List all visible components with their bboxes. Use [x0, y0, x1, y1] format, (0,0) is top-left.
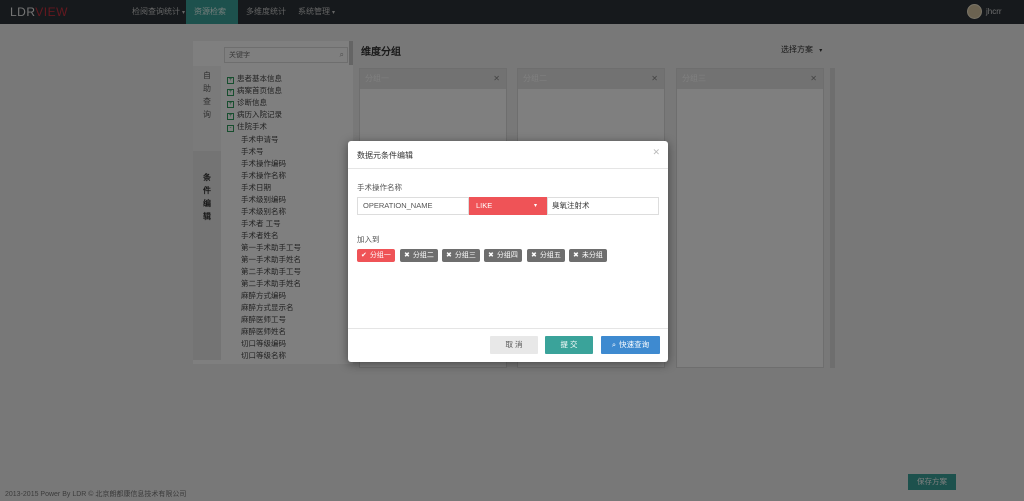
field-label: 手术操作名称: [357, 183, 402, 192]
group-chip[interactable]: ✖ 分组四: [484, 249, 522, 262]
x-icon: ✖: [573, 252, 579, 259]
field-code-input[interactable]: OPERATION_NAME: [357, 197, 469, 215]
operator-select[interactable]: LIKE ▾: [469, 197, 547, 215]
group-chip[interactable]: ✖ 分组二: [400, 249, 438, 262]
search-icon: ⌕: [611, 340, 617, 349]
group-chip[interactable]: ✖ 未分组: [569, 249, 607, 262]
x-icon: ✖: [531, 252, 537, 259]
quick-query-button[interactable]: ⌕ 快速查询: [601, 336, 660, 354]
group-chip[interactable]: ✔ 分组一: [357, 249, 395, 262]
add-to-label: 加入到: [357, 235, 380, 244]
group-chip[interactable]: ✖ 分组五: [527, 249, 565, 262]
x-icon: ✖: [404, 252, 410, 259]
divider: [348, 168, 668, 169]
condition-edit-dialog: 数据元条件编辑 ✕ 手术操作名称 OPERATION_NAME LIKE ▾ 臭氧…: [348, 141, 668, 362]
group-chip[interactable]: ✖ 分组三: [442, 249, 480, 262]
check-icon: ✔: [361, 252, 367, 259]
x-icon: ✖: [488, 252, 494, 259]
dialog-title: 数据元条件编辑: [357, 151, 413, 160]
close-icon[interactable]: ✕: [652, 147, 660, 158]
x-icon: ✖: [446, 252, 452, 259]
cancel-button[interactable]: 取 消: [490, 336, 538, 354]
chevron-down-icon: ▾: [533, 203, 537, 209]
submit-button[interactable]: 提 交: [545, 336, 593, 354]
divider: [348, 328, 668, 329]
value-input[interactable]: 臭氧注射术: [547, 197, 659, 215]
